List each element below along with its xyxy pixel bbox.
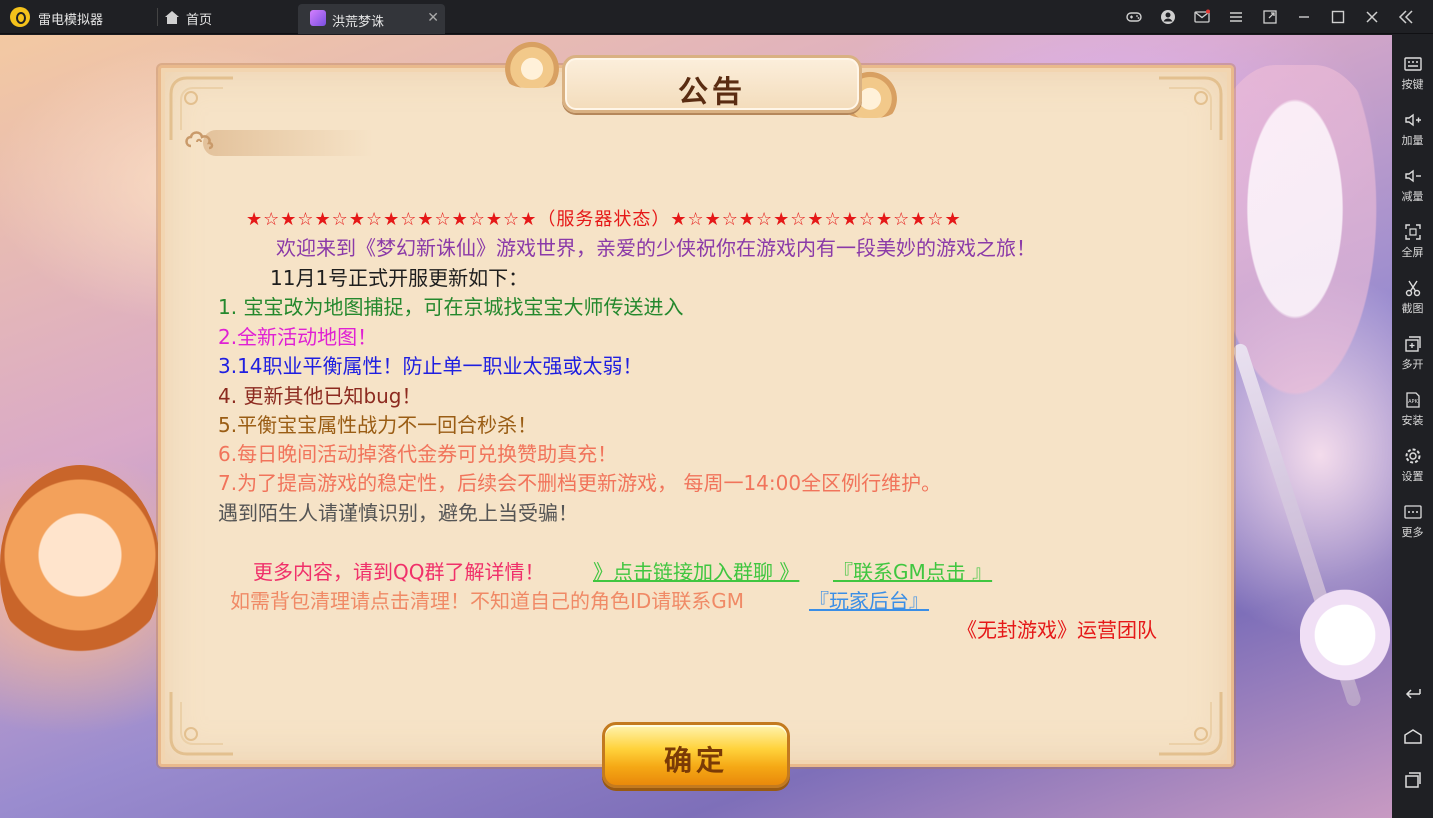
sidebar-item-label: 更多 xyxy=(1401,526,1424,539)
keyboard-icon xyxy=(1403,57,1422,71)
menu-icon[interactable] xyxy=(1219,0,1253,34)
emulator-titlebar: 雷电模拟器 首页 洪荒梦诛 ✕ xyxy=(0,0,1433,34)
join-group-link[interactable]: 》点击链接加入群聊 》 xyxy=(593,560,799,584)
volume-up-icon xyxy=(1404,113,1421,127)
gear-icon xyxy=(1405,448,1420,464)
apk-icon: APK xyxy=(1405,392,1420,408)
inventory-clean-text: 如需背包清理请点击清理！不知道自己的角色ID请联系GM xyxy=(230,589,745,613)
sidebar-item-label: 设置 xyxy=(1401,470,1424,483)
operations-team-signature: 《无封游戏》运营团队 xyxy=(957,618,1157,642)
update-item: 1. 宝宝改为地图捕捉，可在京城找宝宝大师传送进入 xyxy=(218,295,684,319)
fullscreen-icon xyxy=(1404,224,1421,240)
sidebar-item-label: 按键 xyxy=(1401,78,1424,91)
sidebar-item-install-apk[interactable]: APK 安装 xyxy=(1392,386,1433,438)
update-item: 7.为了提高游戏的稳定性，后续会不删档更新游戏， 每周一14:00全区例行维护。 xyxy=(218,471,942,495)
mail-icon[interactable] xyxy=(1185,0,1219,34)
tab-game-label: 洪荒梦诛 xyxy=(332,15,385,30)
sidebar-item-label: 安装 xyxy=(1401,414,1424,427)
titlebar-divider xyxy=(157,8,158,26)
confirm-button[interactable]: 确定 xyxy=(602,722,790,788)
sidebar-item-label: 多开 xyxy=(1401,358,1424,371)
cloud-ornament-icon xyxy=(183,116,373,158)
resize-icon[interactable] xyxy=(1253,0,1287,34)
server-status-header: ★☆★☆★☆★☆★☆★☆★☆★☆★（服务器状态）★☆★☆★☆★☆★☆★☆★☆★☆… xyxy=(246,209,962,230)
background-bunny-art xyxy=(1300,575,1390,695)
back-icon xyxy=(1405,689,1421,699)
welcome-text: 欢迎来到《梦幻新诛仙》游戏世界，亲爱的少侠祝你在游戏内有一段美妙的游戏之旅！ xyxy=(276,236,1036,260)
page-title: 公告 xyxy=(678,75,746,110)
window-controls xyxy=(1117,0,1423,34)
collapse-sidebar-icon[interactable] xyxy=(1389,0,1423,34)
maximize-icon[interactable] xyxy=(1321,0,1355,34)
safety-warning: 遇到陌生人请谨慎识别，避免上当受骗！ xyxy=(218,501,578,525)
recent-apps-icon xyxy=(1404,772,1421,788)
multi-instance-icon xyxy=(1404,336,1421,352)
scissors-icon xyxy=(1405,280,1420,297)
user-icon[interactable] xyxy=(1151,0,1185,34)
tab-close-icon[interactable]: ✕ xyxy=(427,10,439,26)
sidebar-item-screenshot[interactable]: 截图 xyxy=(1392,274,1433,326)
nav-home-button[interactable] xyxy=(1392,722,1433,756)
player-backend-link[interactable]: 『玩家后台』 xyxy=(809,589,929,613)
more-info-text: 更多内容，请到QQ群了解详情！ xyxy=(253,560,545,584)
nav-back-button[interactable] xyxy=(1392,678,1433,712)
sidebar-item-multi-instance[interactable]: 多开 xyxy=(1392,330,1433,382)
update-item: 3.14职业平衡属性！防止单一职业太强或太弱！ xyxy=(218,354,643,378)
home-icon xyxy=(164,11,180,25)
corner-ornament-icon xyxy=(1155,688,1225,758)
corner-ornament-icon xyxy=(167,688,237,758)
update-item: 2.全新活动地图！ xyxy=(218,325,378,349)
contact-gm-link[interactable]: 『联系GM点击 』 xyxy=(833,560,992,584)
update-subheading: 11月1号正式开服更新如下： xyxy=(270,266,529,290)
tab-home-label: 首页 xyxy=(186,12,213,28)
sidebar-item-more[interactable]: 更多 xyxy=(1392,498,1433,550)
emulator-sidebar: 按键 加量 减量 全屏 截图 多开 APK 安装 设置 更多 xyxy=(1392,34,1433,818)
sidebar-item-label: 全屏 xyxy=(1401,246,1424,259)
game-app-icon xyxy=(310,10,326,26)
sidebar-item-keymap[interactable]: 按键 xyxy=(1392,50,1433,102)
lotus-ornament-icon xyxy=(500,40,564,88)
confirm-button-label: 确定 xyxy=(663,744,728,777)
nav-recent-button[interactable] xyxy=(1392,766,1433,800)
sidebar-item-label: 截图 xyxy=(1401,302,1424,315)
minimize-icon[interactable] xyxy=(1287,0,1321,34)
background-monkey-art xyxy=(0,465,160,665)
tab-game[interactable]: 洪荒梦诛 ✕ xyxy=(298,4,445,34)
close-icon[interactable] xyxy=(1355,0,1389,34)
home-icon xyxy=(1403,729,1422,744)
tab-home[interactable]: 首页 xyxy=(164,6,284,30)
gamepad-icon[interactable] xyxy=(1117,0,1151,34)
more-icon xyxy=(1403,505,1422,519)
sidebar-item-label: 减量 xyxy=(1401,190,1424,203)
update-item: 5.平衡宝宝属性战力不一回合秒杀！ xyxy=(218,413,538,437)
volume-down-icon xyxy=(1404,169,1421,183)
svg-text:APK: APK xyxy=(1408,399,1418,405)
sidebar-item-settings[interactable]: 设置 xyxy=(1392,442,1433,494)
notice-title-plaque: 公告 xyxy=(562,55,862,113)
sidebar-item-fullscreen[interactable]: 全屏 xyxy=(1392,218,1433,270)
update-item: 4. 更新其他已知bug！ xyxy=(218,384,422,408)
sidebar-item-volume-up[interactable]: 加量 xyxy=(1392,106,1433,158)
sidebar-item-volume-down[interactable]: 减量 xyxy=(1392,162,1433,214)
corner-ornament-icon xyxy=(1155,74,1225,144)
update-item: 6.每日晚间活动掉落代金券可兑换赞助真充！ xyxy=(218,442,618,466)
ldplayer-logo-icon xyxy=(10,7,30,27)
sidebar-item-label: 加量 xyxy=(1401,134,1424,147)
app-title: 雷电模拟器 xyxy=(38,13,104,28)
